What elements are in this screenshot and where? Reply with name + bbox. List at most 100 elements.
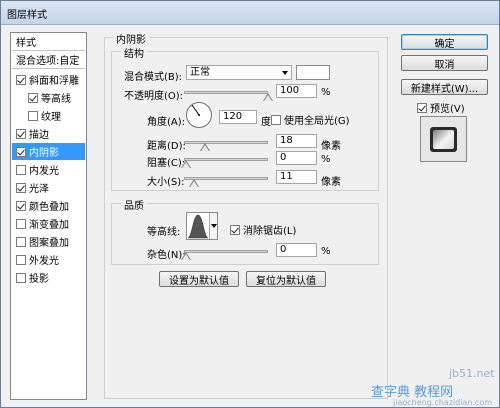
- checkbox-box: [230, 224, 240, 235]
- noise-slider-thumb[interactable]: [181, 252, 191, 261]
- title-bar: 图层样式: [1, 1, 499, 25]
- anti-alias-label: 消除锯齿(L): [243, 226, 297, 237]
- style-item-label: 内发光: [29, 166, 59, 177]
- style-item[interactable]: 纹理: [12, 107, 85, 124]
- distance-unit: 像素: [321, 141, 341, 152]
- choke-slider[interactable]: [184, 158, 268, 161]
- ok-button[interactable]: 确定: [401, 34, 488, 50]
- preview-checkbox[interactable]: 预览(V): [417, 100, 465, 115]
- style-item-checkbox[interactable]: [16, 128, 26, 139]
- divider: [12, 68, 85, 69]
- choke-slider-thumb[interactable]: [181, 160, 191, 169]
- cancel-button[interactable]: 取消: [401, 55, 488, 71]
- style-item-label: 图案叠加: [29, 238, 69, 249]
- blend-mode-value: 正常: [190, 67, 210, 78]
- inner-shadow-title: 内阴影: [113, 31, 149, 46]
- style-item-checkbox[interactable]: [28, 92, 38, 103]
- angle-label: 角度(A):: [147, 117, 186, 128]
- style-item-checkbox[interactable]: [16, 218, 26, 229]
- opacity-slider[interactable]: [184, 91, 268, 94]
- size-slider-thumb[interactable]: [189, 179, 199, 188]
- distance-slider-thumb[interactable]: [200, 143, 210, 152]
- style-item-label: 纹理: [41, 112, 61, 123]
- preview-label: 预览(V): [430, 104, 465, 115]
- style-item-label: 光泽: [29, 184, 49, 195]
- style-item-label: 内阴影: [29, 148, 59, 159]
- style-item[interactable]: 图案叠加: [12, 233, 85, 250]
- style-item[interactable]: 等高线: [12, 89, 85, 106]
- blend-mode-select[interactable]: 正常: [186, 65, 292, 80]
- structure-title: 结构: [121, 45, 147, 60]
- new-style-button[interactable]: 新建样式(W)...: [401, 79, 488, 95]
- reset-default-button[interactable]: 复位为默认值: [246, 271, 326, 287]
- choke-label: 阻塞(C):: [147, 158, 186, 169]
- preview-shape: [430, 127, 457, 152]
- contour-picker[interactable]: [186, 212, 218, 240]
- style-item[interactable]: 内阴影: [12, 143, 85, 160]
- angle-dial[interactable]: [185, 101, 213, 129]
- choke-field[interactable]: 0: [276, 151, 317, 165]
- checkbox-box: [417, 102, 427, 113]
- distance-slider[interactable]: [184, 141, 268, 144]
- style-item[interactable]: 光泽: [12, 179, 85, 196]
- style-item-label: 斜面和浮雕: [29, 76, 79, 87]
- style-item[interactable]: 外发光: [12, 251, 85, 268]
- shadow-color-swatch[interactable]: [296, 65, 330, 80]
- blend-options-item[interactable]: 混合选项:自定: [12, 51, 85, 68]
- style-item-label: 渐变叠加: [29, 220, 69, 231]
- set-default-button[interactable]: 设置为默认值: [159, 271, 239, 287]
- noise-field[interactable]: 0: [276, 243, 317, 257]
- noise-unit: %: [321, 246, 331, 257]
- style-item[interactable]: 描边: [12, 125, 85, 142]
- chevron-down-icon: [211, 224, 217, 228]
- style-item[interactable]: 内发光: [12, 161, 85, 178]
- style-item[interactable]: 投影: [12, 269, 85, 286]
- style-preview-thumbnail: [420, 116, 467, 162]
- angle-field[interactable]: 120: [219, 110, 257, 124]
- opacity-unit: %: [321, 87, 331, 98]
- contour-curve-icon: [187, 214, 209, 239]
- opacity-label: 不透明度(O):: [124, 91, 184, 102]
- style-item[interactable]: 渐变叠加: [12, 215, 85, 232]
- style-item[interactable]: 颜色叠加: [12, 197, 85, 214]
- opacity-slider-thumb[interactable]: [263, 93, 273, 102]
- style-item-checkbox[interactable]: [16, 272, 26, 283]
- watermark-domain: jb51.net: [449, 367, 495, 380]
- style-item-checkbox[interactable]: [16, 254, 26, 265]
- contour-label: 等高线:: [147, 227, 181, 238]
- watermark-url: jiaocheng.chazidian.com: [393, 398, 493, 407]
- styles-list: 样式 混合选项:自定 斜面和浮雕等高线纹理描边内阴影内发光光泽颜色叠加渐变叠加图…: [10, 32, 87, 400]
- style-item-checkbox[interactable]: [16, 146, 26, 157]
- angle-unit: 度: [261, 117, 271, 128]
- style-item-label: 外发光: [29, 256, 59, 267]
- size-unit: 像素: [321, 177, 341, 188]
- global-light-checkbox[interactable]: 使用全局光(G): [271, 112, 350, 127]
- style-item-checkbox[interactable]: [16, 236, 26, 247]
- style-item-label: 等高线: [41, 94, 71, 105]
- opacity-field[interactable]: 100: [276, 84, 317, 98]
- size-field[interactable]: 11: [276, 170, 317, 184]
- distance-label: 距离(D):: [147, 141, 186, 152]
- style-item-checkbox[interactable]: [16, 182, 26, 193]
- style-item-label: 颜色叠加: [29, 202, 69, 213]
- layer-style-dialog: 图层样式 样式 混合选项:自定 斜面和浮雕 等高线 纹理 描边 内阴影 内发光 光泽 颜色叠加…: [0, 0, 500, 408]
- style-item-checkbox[interactable]: [28, 110, 38, 121]
- anti-alias-checkbox[interactable]: 消除锯齿(L): [230, 222, 296, 237]
- contour-dropdown[interactable]: [209, 213, 217, 239]
- style-item-label: 投影: [29, 274, 49, 285]
- noise-label: 杂色(N):: [147, 250, 186, 261]
- preview-shape-inner: [433, 130, 454, 149]
- blend-mode-label: 混合模式(B):: [124, 72, 183, 83]
- style-item-checkbox[interactable]: [16, 200, 26, 211]
- styles-header[interactable]: 样式: [12, 33, 85, 50]
- distance-field[interactable]: 18: [276, 134, 317, 148]
- choke-unit: %: [321, 154, 331, 165]
- global-light-label: 使用全局光(G): [284, 116, 350, 127]
- style-item[interactable]: 斜面和浮雕: [12, 71, 85, 88]
- style-item-label: 描边: [29, 130, 49, 141]
- noise-slider[interactable]: [184, 250, 268, 253]
- chevron-down-icon: [282, 71, 288, 75]
- style-item-checkbox[interactable]: [16, 74, 26, 85]
- checkbox-box: [271, 114, 281, 125]
- style-item-checkbox[interactable]: [16, 164, 26, 175]
